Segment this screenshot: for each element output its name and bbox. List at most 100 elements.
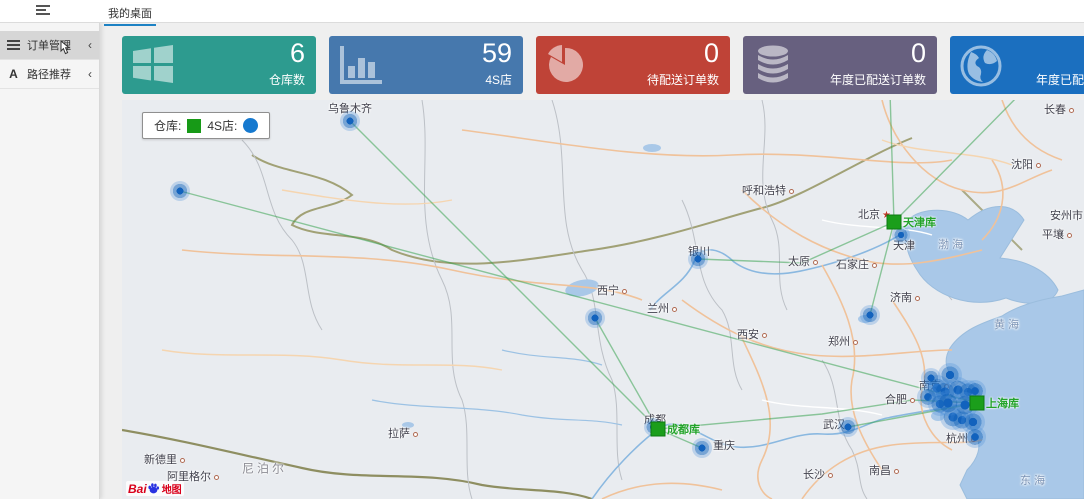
- city-dot-icon: [894, 469, 899, 474]
- city-label: 呼和浩特: [742, 182, 794, 198]
- baidu-map-attribution[interactable]: Bai 地图: [126, 481, 184, 496]
- stat-value: 6: [290, 37, 305, 69]
- map-canvas[interactable]: 仓库: 4S店: Bai 地图 乌鲁木齐呼和浩特北京★天津石家庄太原银川济南西宁…: [122, 100, 1084, 499]
- stat-value: 0: [911, 37, 926, 69]
- legend-store-label: 4S店:: [207, 117, 237, 134]
- city-label: 拉萨: [388, 425, 418, 441]
- stat-card-yearly-delivered[interactable]: 0 年度已配送订单数: [743, 36, 937, 94]
- city-label: 长沙: [803, 466, 833, 482]
- warehouse-swatch-icon: [187, 119, 201, 133]
- city-label: 西安: [737, 326, 767, 342]
- city-label: 南昌: [869, 462, 899, 478]
- baidu-logo-suffix: 地图: [162, 481, 182, 496]
- city-label: 合肥: [885, 391, 915, 407]
- sidebar-item-label: 订单管理: [27, 37, 71, 53]
- warehouse-label: 成都库: [667, 421, 700, 437]
- database-icon: [752, 44, 794, 86]
- route-line: [350, 121, 658, 429]
- city-label: 太原: [788, 253, 818, 269]
- baidu-logo-text: Bai: [128, 482, 147, 496]
- stat-card-yearly-partial[interactable]: 年度已配: [950, 36, 1084, 94]
- city-dot-icon: [910, 398, 915, 403]
- store-marker[interactable]: [340, 111, 360, 131]
- warehouse-label: 天津库: [903, 214, 936, 230]
- city-dot-icon: [813, 260, 818, 265]
- store-marker[interactable]: [964, 426, 986, 448]
- store-marker[interactable]: [692, 438, 712, 458]
- store-marker[interactable]: [860, 305, 880, 325]
- city-dot-icon: [1069, 108, 1074, 113]
- city-label: 郑州: [828, 333, 858, 349]
- route-line: [890, 100, 894, 222]
- store-marker[interactable]: [585, 308, 605, 328]
- city-dot-icon: [828, 473, 833, 478]
- stat-card-warehouses[interactable]: 6 仓库数: [122, 36, 316, 94]
- map-legend: 仓库: 4S店:: [142, 112, 270, 139]
- stat-cards-row: 6 仓库数 59 4S店 0 待配送订单数 0 年度已配送订单数: [122, 36, 1084, 94]
- city-label: 石家庄: [836, 256, 877, 272]
- warehouse-label: 上海库: [986, 395, 1019, 411]
- store-swatch-icon: [243, 118, 258, 133]
- tab-my-desktop[interactable]: 我的桌面: [104, 3, 156, 26]
- warehouse-marker[interactable]: [887, 215, 902, 230]
- bar-chart-icon: [338, 44, 384, 86]
- sea-label: 东海: [1020, 472, 1048, 488]
- app-window: { "topbar": { "tab": "我的桌面" }, "sidebar"…: [0, 0, 1084, 499]
- stat-label: 4S店: [485, 71, 512, 88]
- chevron-left-icon: ‹: [88, 39, 92, 51]
- city-label: 重庆: [713, 437, 735, 453]
- city-dot-icon: [214, 475, 219, 480]
- city-label: 长春: [1044, 101, 1074, 117]
- sea-label: 渤海: [938, 236, 966, 252]
- stat-label: 待配送订单数: [647, 71, 719, 88]
- store-marker[interactable]: [921, 368, 941, 388]
- city-label: 西宁: [597, 282, 627, 298]
- route-line: [180, 191, 977, 403]
- city-label: 安州市: [1050, 207, 1084, 223]
- city-dot-icon: [413, 432, 418, 437]
- city-dot-icon: [672, 307, 677, 312]
- warehouse-marker[interactable]: [970, 396, 985, 411]
- stat-card-pending-orders[interactable]: 0 待配送订单数: [536, 36, 730, 94]
- legend-warehouse-label: 仓库:: [154, 117, 181, 134]
- sidebar-item-label: 路径推荐: [27, 66, 71, 82]
- city-label: 沈阳: [1011, 156, 1041, 172]
- route-recommend-icon: A: [7, 67, 20, 81]
- city-dot-icon: [762, 333, 767, 338]
- city-dot-icon: [789, 189, 794, 194]
- globe-icon: [959, 44, 1003, 88]
- chevron-left-icon: ‹: [88, 68, 92, 80]
- city-label: 新德里: [144, 451, 185, 467]
- sidebar-item-route-recommend[interactable]: A 路径推荐 ‹: [0, 60, 99, 89]
- city-dot-icon: [622, 289, 627, 294]
- map-base-tiles: [122, 100, 1084, 499]
- stat-value: 59: [482, 37, 512, 69]
- sidebar: 订单管理 ‹ A 路径推荐 ‹: [0, 23, 100, 499]
- stat-label: 仓库数: [269, 71, 305, 88]
- windows-tiles-icon: [131, 44, 175, 84]
- store-marker[interactable]: [688, 249, 708, 269]
- pie-chart-icon: [545, 44, 589, 86]
- city-dot-icon: [853, 340, 858, 345]
- stat-value: 0: [704, 37, 719, 69]
- city-dot-icon: [1036, 163, 1041, 168]
- city-label: 兰州: [647, 300, 677, 316]
- collapse-sidebar-icon[interactable]: [36, 5, 50, 17]
- store-marker[interactable]: [935, 390, 961, 416]
- stat-card-4s-stores[interactable]: 59 4S店: [329, 36, 523, 94]
- city-dot-icon: [1067, 233, 1072, 238]
- country-label: 尼泊尔: [242, 460, 287, 477]
- city-label: 济南: [890, 289, 920, 305]
- top-tab-bar: 我的桌面: [0, 0, 1084, 23]
- store-marker[interactable]: [170, 181, 190, 201]
- baidu-paw-icon: [147, 482, 160, 495]
- city-label: 平壤: [1042, 226, 1072, 242]
- city-dot-icon: [915, 296, 920, 301]
- order-list-icon: [7, 38, 20, 52]
- sidebar-item-order-management[interactable]: 订单管理 ‹: [0, 31, 99, 60]
- store-marker[interactable]: [838, 417, 858, 437]
- warehouse-marker[interactable]: [651, 422, 666, 437]
- sea-label: 黄海: [994, 316, 1022, 332]
- city-dot-icon: [872, 263, 877, 268]
- stat-label: 年度已配送订单数: [830, 71, 926, 88]
